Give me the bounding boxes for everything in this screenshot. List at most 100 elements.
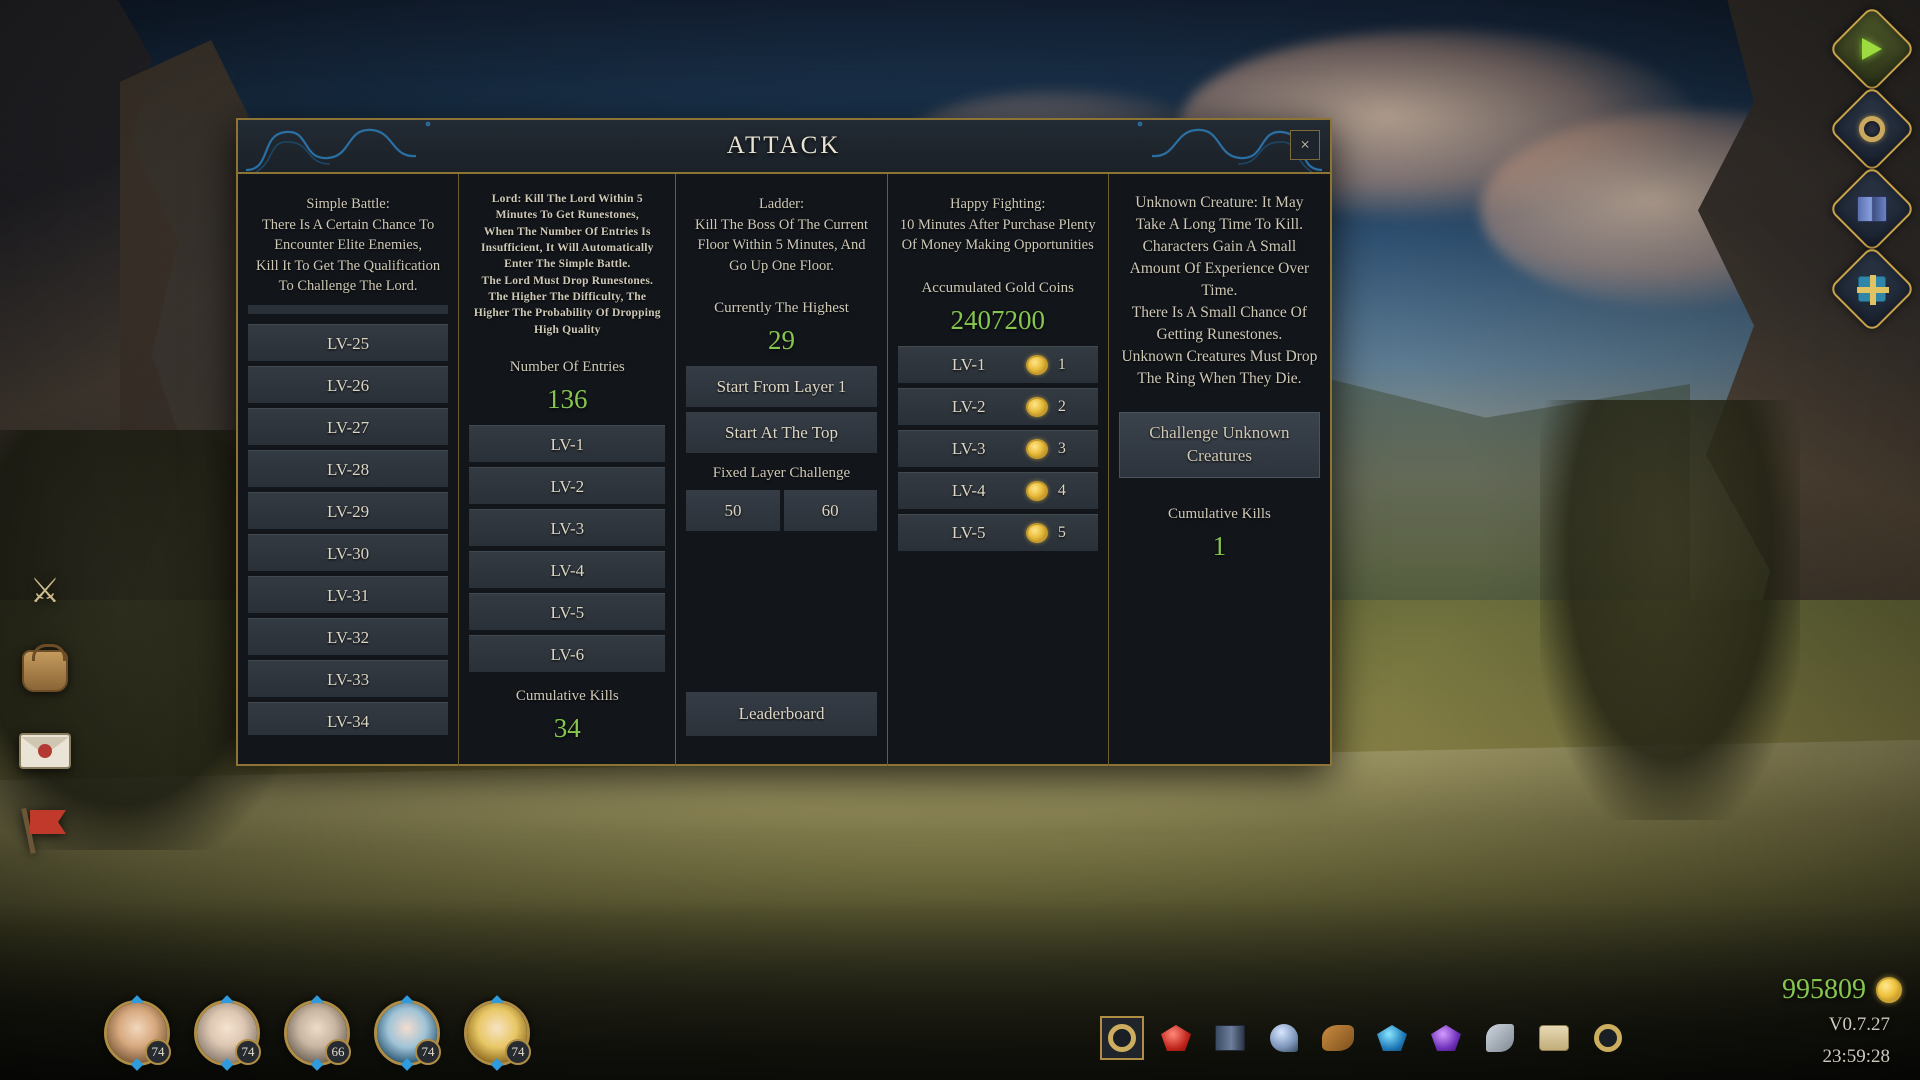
item-slot-ring[interactable] bbox=[1100, 1016, 1144, 1060]
gold-level-row[interactable]: LV-2 2 bbox=[897, 387, 1098, 425]
coin-icon bbox=[1025, 396, 1048, 417]
level-button[interactable]: LV-27 bbox=[248, 407, 449, 445]
right-icon-rail bbox=[1828, 5, 1916, 338]
flag-icon bbox=[20, 807, 70, 855]
lord-kills-value: 34 bbox=[553, 712, 581, 743]
gold-level-row[interactable]: LV-3 3 bbox=[897, 429, 1098, 467]
item-slot-ring-2[interactable] bbox=[1586, 1016, 1630, 1060]
highest-label: Currently The Highest bbox=[714, 300, 849, 317]
level-button[interactable]: LV-33 bbox=[248, 659, 449, 697]
ring-icon bbox=[1108, 1024, 1136, 1052]
attack-modal: ATTACK × Simple Battle: There Is A Certai… bbox=[236, 118, 1332, 766]
leaderboard-wrap: Leaderboard bbox=[686, 692, 877, 736]
level-button[interactable]: LV-6 bbox=[469, 634, 666, 672]
clock-label: 23:59:28 bbox=[1822, 1046, 1890, 1067]
avatar[interactable]: 74 bbox=[194, 995, 261, 1071]
row-level: LV-2 bbox=[951, 396, 986, 416]
row-level: LV-3 bbox=[951, 438, 986, 458]
list-top-stub bbox=[248, 304, 449, 314]
tome-icon bbox=[1215, 1025, 1245, 1051]
lord-description: Lord: Kill The Lord Within 5 Minutes To … bbox=[473, 193, 661, 336]
coin-icon bbox=[1025, 480, 1048, 501]
start-from-layer-1-button[interactable]: Start From Layer 1 bbox=[686, 366, 877, 408]
level-button[interactable]: LV-29 bbox=[248, 491, 449, 529]
gift-button[interactable] bbox=[1828, 245, 1916, 333]
guild-button[interactable] bbox=[14, 800, 76, 862]
coin-icon bbox=[1025, 522, 1048, 543]
level-button[interactable]: LV-34 bbox=[248, 701, 449, 735]
item-slot-horn[interactable] bbox=[1316, 1016, 1360, 1060]
codex-button[interactable] bbox=[1828, 165, 1916, 253]
currency-display: 995809 bbox=[1782, 974, 1902, 1006]
avatar[interactable]: 74 bbox=[104, 995, 171, 1071]
level-button[interactable]: LV-1 bbox=[469, 424, 666, 462]
lord-level-list: LV-1 LV-2 LV-3 LV-4 LV-5 LV-6 bbox=[469, 424, 666, 672]
level-button[interactable]: LV-31 bbox=[248, 575, 449, 613]
gold-level-row[interactable]: LV-5 5 bbox=[897, 513, 1098, 551]
column-happy-fighting: Happy Fighting: 10 Minutes After Purchase… bbox=[888, 174, 1109, 766]
portrait-level: 74 bbox=[145, 1039, 171, 1065]
lord-kills-label: Cumulative Kills bbox=[515, 687, 619, 704]
level-button[interactable]: LV-32 bbox=[248, 617, 449, 655]
item-slot-tome[interactable] bbox=[1208, 1016, 1252, 1060]
leaderboard-button[interactable]: Leaderboard bbox=[686, 692, 877, 736]
column-unknown-creature: Unknown Creature: It May Take A Long Tim… bbox=[1109, 174, 1330, 766]
item-slot-scroll[interactable] bbox=[1532, 1016, 1576, 1060]
portrait-level: 74 bbox=[415, 1039, 441, 1065]
level-button[interactable]: LV-26 bbox=[248, 365, 449, 403]
portrait-level: 74 bbox=[505, 1039, 531, 1065]
item-slot-blue-gem[interactable] bbox=[1370, 1016, 1414, 1060]
portrait-level: 66 bbox=[325, 1039, 351, 1065]
simple-battle-level-scroll[interactable]: LV-25 LV-26 LV-27 LV-28 LV-29 LV-30 LV-3… bbox=[248, 304, 449, 735]
column-simple-battle: Simple Battle: There Is A Certain Chance … bbox=[238, 174, 460, 766]
close-icon[interactable]: × bbox=[1290, 130, 1320, 160]
fixed-layer-option-50[interactable]: 50 bbox=[686, 490, 780, 532]
item-slot-purple-gem[interactable] bbox=[1424, 1016, 1468, 1060]
start-at-the-top-button[interactable]: Start At The Top bbox=[686, 412, 877, 454]
settings-button[interactable] bbox=[1828, 85, 1916, 173]
purple-gem-icon bbox=[1431, 1025, 1461, 1051]
level-button[interactable]: LV-4 bbox=[469, 550, 666, 588]
avatar[interactable]: 74 bbox=[464, 995, 531, 1071]
battle-button[interactable]: ⚔ bbox=[14, 560, 76, 622]
avatar[interactable]: 74 bbox=[374, 995, 441, 1071]
level-button[interactable]: LV-2 bbox=[469, 466, 666, 504]
gear-icon bbox=[1859, 116, 1885, 142]
page-title: ATTACK bbox=[726, 132, 842, 159]
blue-gem-icon bbox=[1377, 1025, 1407, 1051]
crossed-swords-icon: ⚔ bbox=[29, 573, 61, 610]
mail-button[interactable] bbox=[14, 720, 76, 782]
red-gem-icon bbox=[1161, 1025, 1191, 1051]
level-button[interactable]: LV-28 bbox=[248, 449, 449, 487]
fixed-layer-label: Fixed Layer Challenge bbox=[712, 465, 851, 482]
level-button[interactable]: LV-25 bbox=[248, 323, 449, 361]
item-slot-red-gem[interactable] bbox=[1154, 1016, 1198, 1060]
gold-level-row[interactable]: LV-4 4 bbox=[897, 471, 1098, 509]
arrow-right-icon bbox=[1862, 38, 1882, 60]
coin-icon bbox=[1025, 438, 1048, 459]
row-amount: 2 bbox=[1057, 397, 1066, 415]
level-button[interactable]: LV-5 bbox=[469, 592, 666, 630]
row-level: LV-5 bbox=[951, 522, 986, 542]
scroll-icon bbox=[1539, 1025, 1569, 1051]
row-amount: 1 bbox=[1057, 355, 1066, 373]
challenge-unknown-creatures-button[interactable]: Challenge Unknown Creatures bbox=[1118, 412, 1320, 478]
next-arrow-button[interactable] bbox=[1828, 5, 1916, 93]
currency-amount: 995809 bbox=[1782, 974, 1866, 1005]
coin-icon bbox=[1025, 354, 1048, 375]
bag-button[interactable] bbox=[14, 640, 76, 702]
item-slot-scepter[interactable] bbox=[1262, 1016, 1306, 1060]
item-slot-hook[interactable] bbox=[1478, 1016, 1522, 1060]
level-button[interactable]: LV-3 bbox=[469, 508, 666, 546]
level-button[interactable]: LV-30 bbox=[248, 533, 449, 571]
gold-level-row[interactable]: LV-1 1 bbox=[897, 345, 1098, 383]
left-icon-stack: ⚔ bbox=[14, 560, 94, 880]
fixed-layer-option-60[interactable]: 60 bbox=[783, 490, 877, 532]
row-level: LV-1 bbox=[951, 354, 986, 374]
column-ladder: Ladder: Kill The Boss Of The Current Floo… bbox=[676, 174, 888, 766]
gold-label: Accumulated Gold Coins bbox=[921, 279, 1074, 296]
entries-label: Number Of Entries bbox=[509, 358, 625, 375]
horn-icon bbox=[1322, 1025, 1354, 1051]
ladder-description: Ladder: Kill The Boss Of The Current Floo… bbox=[694, 196, 869, 274]
avatar[interactable]: 66 bbox=[284, 995, 351, 1071]
